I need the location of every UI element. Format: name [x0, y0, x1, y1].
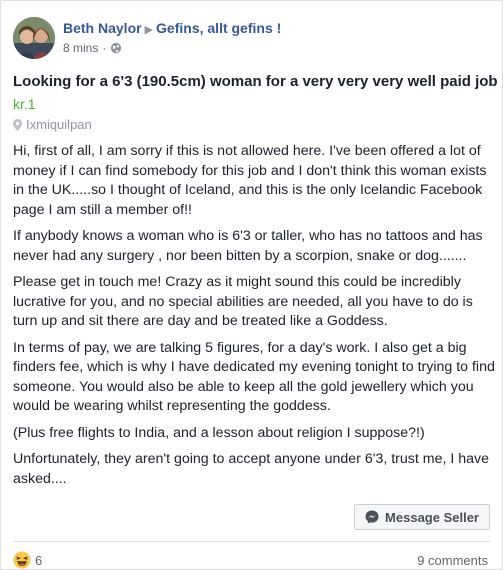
shared-to-arrow-icon: ▶ — [144, 24, 154, 36]
message-seller-label: Message Seller — [385, 509, 479, 525]
reaction-count: 6 — [35, 552, 43, 568]
post-paragraph: Hi, first of all, I am sorry if this is … — [13, 143, 487, 218]
post-timestamp[interactable]: 8 mins — [63, 41, 98, 55]
post-paragraph: If anybody knows a woman who is 6'3 or t… — [13, 228, 483, 264]
author-line: Beth Naylor ▶ Gefins, allt gefins ! — [63, 20, 281, 36]
group-name[interactable]: Gefins, allt gefins ! — [156, 20, 281, 36]
post-paragraph: (Plus free flights to India, and a lesso… — [13, 424, 425, 441]
post-body: Hi, first of all, I am sorry if this is … — [13, 142, 495, 496]
globe-icon[interactable] — [110, 42, 122, 54]
post-paragraph: Please get in touch me! Crazy as it migh… — [13, 274, 473, 329]
meta-separator: · — [102, 41, 107, 55]
footer-divider — [13, 541, 490, 542]
post-meta: 8 mins · — [63, 41, 122, 55]
listing-price: kr.1 — [13, 96, 36, 112]
reactions-summary[interactable]: 6 — [13, 551, 42, 569]
message-seller-button[interactable]: Message Seller — [354, 504, 490, 530]
location-pin-icon — [13, 118, 22, 131]
author-name[interactable]: Beth Naylor — [63, 20, 142, 36]
post-paragraph: Unfortunately, they aren't going to acce… — [13, 451, 489, 487]
comments-count[interactable]: 9 comments — [417, 553, 488, 568]
listing-location: Ixmiquilpan — [13, 117, 92, 132]
author-avatar[interactable] — [13, 17, 55, 59]
haha-emoji-icon — [13, 551, 31, 569]
post-paragraph: In terms of pay, we are talking 5 figure… — [13, 339, 495, 415]
location-text: Ixmiquilpan — [26, 117, 92, 132]
avatar-photo-icon — [13, 17, 55, 59]
listing-title: Looking for a 6'3 (190.5cm) woman for a … — [13, 73, 498, 90]
messenger-icon — [365, 510, 379, 524]
marketplace-post-card: Beth Naylor ▶ Gefins, allt gefins ! 8 mins… — [0, 0, 503, 570]
post-header: Beth Naylor ▶ Gefins, allt gefins ! 8 mins… — [13, 13, 493, 59]
